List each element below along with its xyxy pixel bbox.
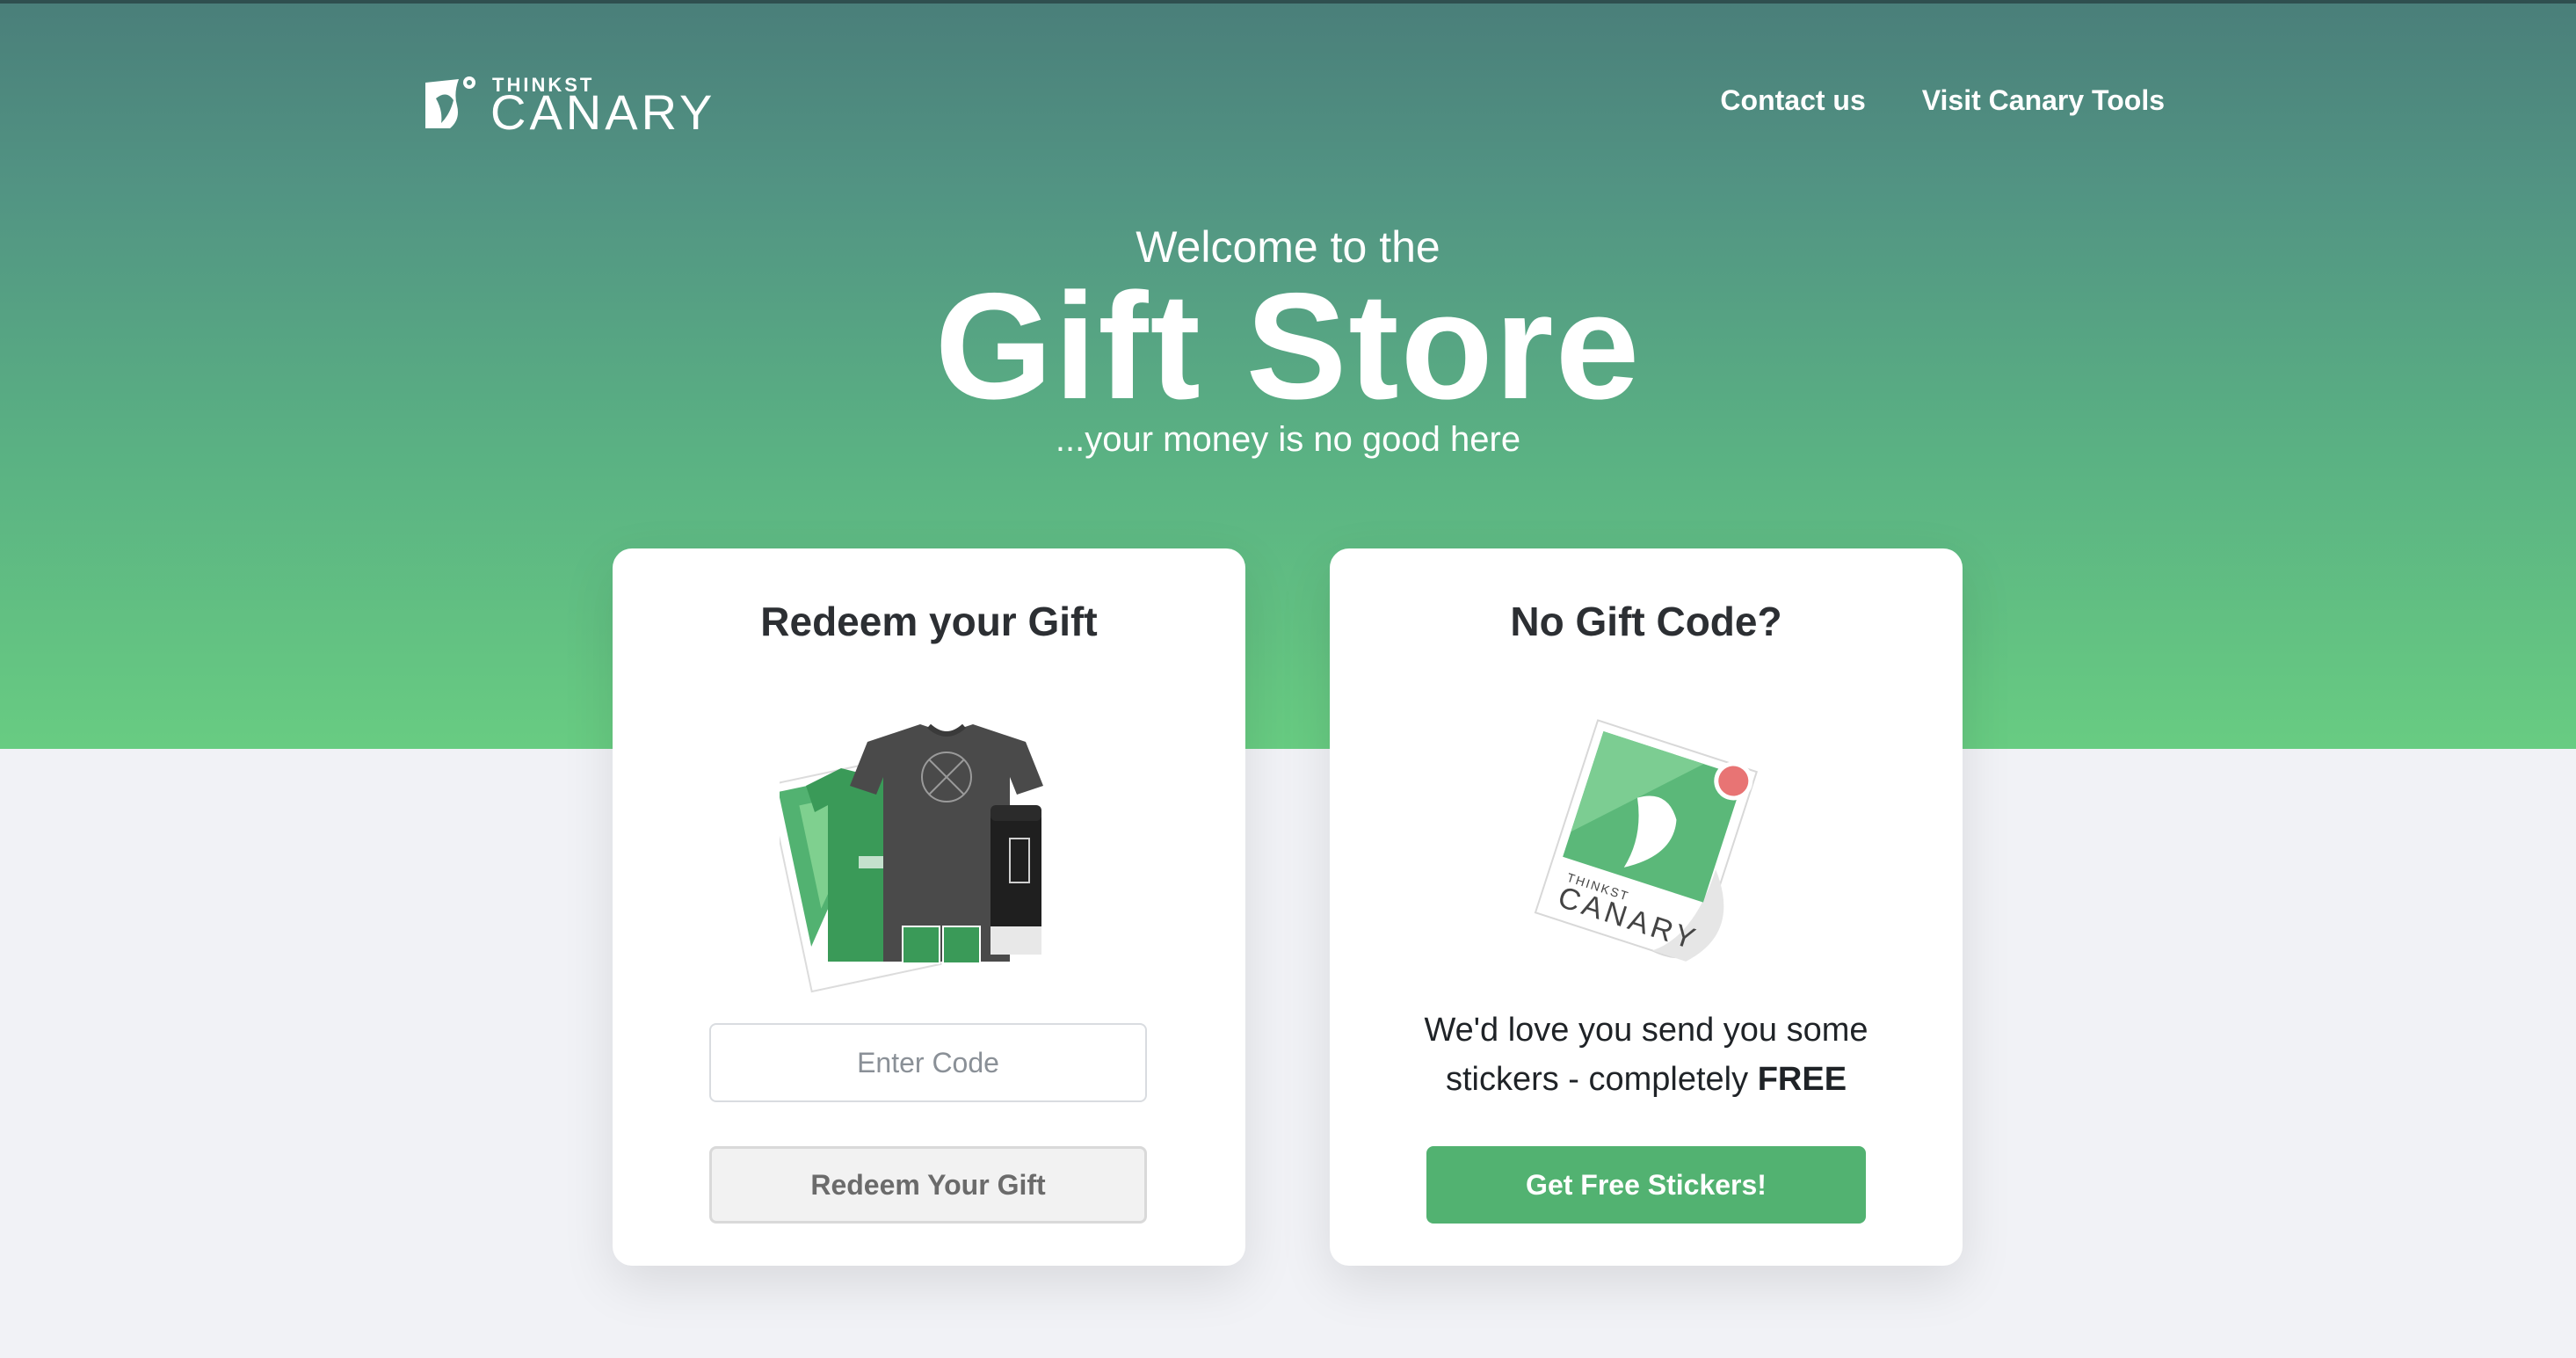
redeem-gift-button[interactable]: Redeem Your Gift — [709, 1146, 1147, 1224]
sticker-card-title: No Gift Code? — [1510, 599, 1782, 644]
gift-code-input[interactable] — [709, 1023, 1147, 1102]
logo-canary-text: CANARY — [490, 84, 716, 140]
redeem-gift-card: Redeem your Gift Redeem Your Gift — [613, 548, 1245, 1266]
hero-title: Gift Store — [934, 262, 1642, 431]
canary-logo-icon — [425, 76, 475, 128]
free-stickers-card: No Gift Code? THINKST CANARY We'd love y… — [1330, 548, 1963, 1266]
hero-tagline: ...your money is no good here — [1055, 420, 1521, 459]
gift-bundle-illustration — [780, 723, 1043, 993]
nav-visit-canary-tools[interactable]: Visit Canary Tools — [1922, 84, 2165, 117]
canary-sticker-illustration: THINKST CANARY — [1534, 719, 1759, 962]
redeem-card-title: Redeem your Gift — [760, 599, 1098, 644]
canary-logo[interactable]: THINKST CANARY — [424, 74, 758, 140]
nav-contact-us[interactable]: Contact us — [1720, 84, 1865, 117]
hero-banner: THINKST CANARY Contact us Visit Canary T… — [0, 4, 2576, 749]
get-free-stickers-button[interactable]: Get Free Stickers! — [1426, 1146, 1866, 1224]
sticker-promo-free: FREE — [1757, 1061, 1847, 1098]
sticker-promo-text: We'd love you send you some stickers - c… — [1382, 1006, 1910, 1104]
top-nav: Contact us Visit Canary Tools — [1720, 84, 2165, 117]
